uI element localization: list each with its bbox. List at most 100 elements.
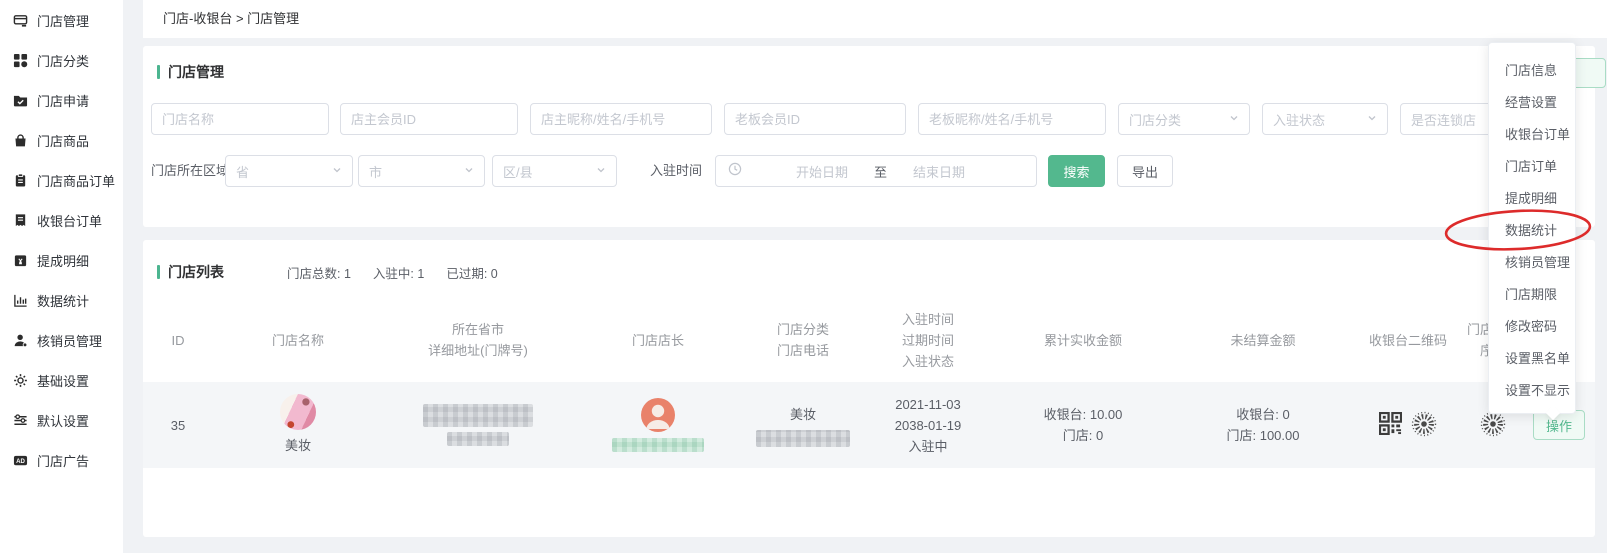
sidebar-item-commission-detail[interactable]: 提成明细 <box>0 240 123 280</box>
col-header-manager: 门店店长 <box>573 298 743 382</box>
sidebar-item-default-settings[interactable]: 默认设置 <box>0 400 123 440</box>
action-button[interactable]: 操作 <box>1533 410 1585 440</box>
receipt-icon <box>13 213 28 228</box>
menu-item-cashier-orders[interactable]: 收银台订单 <box>1489 119 1575 151</box>
store-category-select[interactable]: 门店分类 <box>1118 103 1250 135</box>
owner-info-input[interactable] <box>530 103 712 135</box>
breadcrumb-bar: 门店-收银台 > 门店管理 <box>143 0 1607 38</box>
settle-status: 入驻中 <box>908 436 947 457</box>
wallet-icon <box>13 253 28 268</box>
col-header-address: 所在省市详细地址(门牌号) <box>383 298 573 382</box>
menu-item-store-info[interactable]: 门店信息 <box>1489 55 1575 87</box>
sidebar-item-label: 基础设置 <box>37 371 89 390</box>
boss-info-input[interactable] <box>918 103 1106 135</box>
sidebar-item-label: 默认设置 <box>37 411 89 430</box>
section-accent-bar <box>157 65 160 79</box>
expire-time: 2038-01-19 <box>895 415 962 436</box>
store-management-panel: 门店管理 门店分类 入驻状态 是否连锁店 门店所在区域 省 市 区/县 入驻时间… <box>143 46 1595 227</box>
select-placeholder: 入驻状态 <box>1273 110 1325 129</box>
select-placeholder: 是否连锁店 <box>1411 110 1476 129</box>
clipboard-icon <box>13 173 28 188</box>
sidebar-item-label: 门店商品订单 <box>37 171 115 190</box>
cell-address <box>383 382 573 468</box>
ad-icon: AD <box>13 453 28 468</box>
received-cashier: 收银台: 10.00 <box>1044 404 1123 425</box>
join-time: 2021-11-03 <box>895 394 961 415</box>
district-select[interactable]: 区/县 <box>492 155 617 187</box>
sidebar-item-data-statistics[interactable]: 数据统计 <box>0 280 123 320</box>
menu-item-verifier-management[interactable]: 核销员管理 <box>1489 247 1575 279</box>
province-select[interactable]: 省 <box>225 155 353 187</box>
col-header-unsettled-amount: 未结算金额 <box>1173 298 1353 382</box>
col-header-cashier-qr: 收银台二维码 <box>1353 298 1463 382</box>
area-filter-label: 门店所在区域 <box>151 155 229 187</box>
manager-avatar <box>641 398 675 432</box>
sidebar-item-verifier-management[interactable]: 核销员管理 <box>0 320 123 360</box>
table-header-row: ID 门店名称 所在省市详细地址(门牌号) 门店店长 门店分类门店电话 入驻时间… <box>143 298 1595 382</box>
received-store: 门店: 0 <box>1063 425 1103 446</box>
cell-id: 35 <box>143 382 213 468</box>
list-title: 门店列表 <box>168 262 224 282</box>
mini-program-code-icon[interactable] <box>1480 411 1506 440</box>
col-header-id: ID <box>143 298 213 382</box>
cell-settle-time: 2021-11-03 2038-01-19 入驻中 <box>863 382 993 468</box>
sidebar-item-label: 门店分类 <box>37 51 89 70</box>
stat-active-stores: 入驻中: 1 <box>373 263 424 282</box>
grid-icon <box>13 53 28 68</box>
qr-code-icon[interactable] <box>1379 412 1402 438</box>
date-start-placeholder: 开始日期 <box>796 162 848 181</box>
select-placeholder: 门店分类 <box>1129 110 1181 129</box>
sidebar-item-label: 门店商品 <box>37 131 89 150</box>
search-button[interactable]: 搜索 <box>1048 155 1105 187</box>
store-list-panel: 门店列表 门店总数: 1 入驻中: 1 已过期: 0 ID 门店名称 所在省市详… <box>143 240 1595 537</box>
sidebar-item-label: 门店广告 <box>37 451 89 470</box>
sidebar-item-store-goods[interactable]: 门店商品 <box>0 120 123 160</box>
action-dropdown-menu: 门店信息 经营设置 收银台订单 门店订单 提成明细 数据统计 核销员管理 门店期… <box>1488 42 1576 414</box>
chevron-down-icon <box>464 162 474 180</box>
cell-cashier-qr <box>1353 382 1463 468</box>
category-text: 美妆 <box>790 404 816 425</box>
menu-item-store-orders[interactable]: 门店订单 <box>1489 151 1575 183</box>
menu-item-data-statistics[interactable]: 数据统计 <box>1489 215 1575 247</box>
settings-list-icon <box>13 413 28 428</box>
store-name-text: 美妆 <box>285 435 311 456</box>
menu-item-store-term[interactable]: 门店期限 <box>1489 279 1575 311</box>
mini-program-code-icon[interactable] <box>1411 411 1437 440</box>
sidebar-item-label: 提成明细 <box>37 251 89 270</box>
sidebar-item-store-goods-orders[interactable]: 门店商品订单 <box>0 160 123 200</box>
folder-check-icon <box>13 93 28 108</box>
settle-date-range-picker[interactable]: 开始日期 至 结束日期 <box>715 155 1037 187</box>
city-select[interactable]: 市 <box>358 155 485 187</box>
sidebar-item-store-ads[interactable]: AD 门店广告 <box>0 440 123 480</box>
redacted-manager-name <box>612 438 704 452</box>
sidebar-item-store-application[interactable]: 门店申请 <box>0 80 123 120</box>
menu-item-business-settings[interactable]: 经营设置 <box>1489 87 1575 119</box>
menu-item-change-password[interactable]: 修改密码 <box>1489 311 1575 343</box>
cell-store-name: 美妆 <box>213 382 383 468</box>
redacted-phone <box>756 430 850 447</box>
sidebar-item-store-management[interactable]: 门店管理 <box>0 0 123 40</box>
date-range-separator: 至 <box>874 162 887 181</box>
chevron-down-icon <box>1367 110 1377 128</box>
settle-status-select[interactable]: 入驻状态 <box>1262 103 1388 135</box>
boss-member-id-input[interactable] <box>724 103 906 135</box>
export-button[interactable]: 导出 <box>1117 155 1173 187</box>
redacted-address-line2 <box>447 432 509 446</box>
shopping-bag-icon <box>13 133 28 148</box>
menu-item-commission-detail[interactable]: 提成明细 <box>1489 183 1575 215</box>
sidebar-item-cashier-orders[interactable]: 收银台订单 <box>0 200 123 240</box>
menu-item-set-blacklist[interactable]: 设置黑名单 <box>1489 343 1575 375</box>
store-logo-image <box>280 394 316 430</box>
store-name-input[interactable] <box>151 103 329 135</box>
cell-received-amount: 收银台: 10.00 门店: 0 <box>993 382 1173 468</box>
menu-item-set-hidden[interactable]: 设置不显示 <box>1489 375 1575 407</box>
sidebar: 门店管理 门店分类 门店申请 门店商品 门店商品订单 收银台订单 提成明细 数据… <box>0 0 123 553</box>
sidebar-item-basic-settings[interactable]: 基础设置 <box>0 360 123 400</box>
select-placeholder: 市 <box>369 162 382 181</box>
clock-icon <box>728 162 742 181</box>
select-placeholder: 省 <box>236 162 249 181</box>
sidebar-item-label: 数据统计 <box>37 291 89 310</box>
owner-member-id-input[interactable] <box>340 103 518 135</box>
sidebar-item-store-category[interactable]: 门店分类 <box>0 40 123 80</box>
storefront-card-icon <box>13 13 28 28</box>
